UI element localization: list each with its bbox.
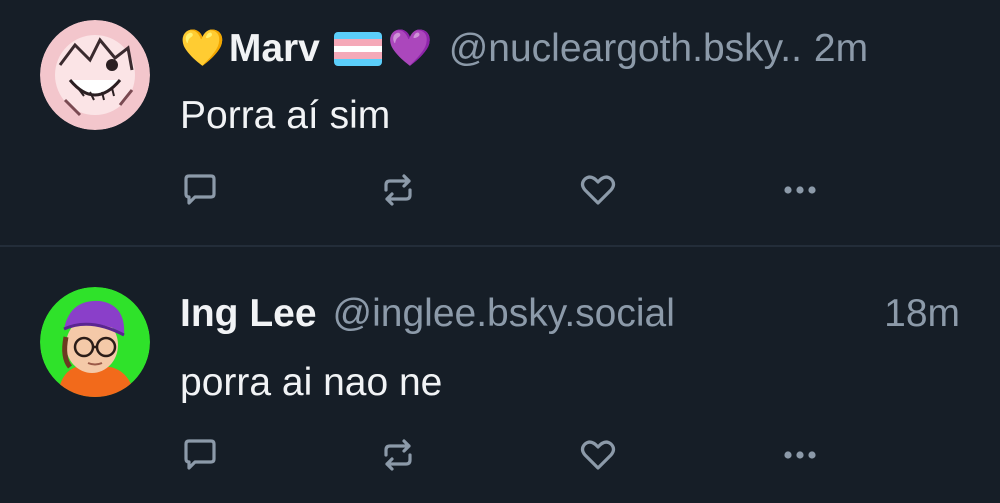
reply-icon bbox=[184, 174, 216, 205]
avatar[interactable] bbox=[40, 287, 150, 397]
reply-icon bbox=[184, 439, 216, 470]
author-handle[interactable]: @nucleargoth.bsky.. bbox=[449, 27, 802, 71]
avatar-illustration-icon bbox=[40, 287, 150, 397]
reply-button[interactable] bbox=[178, 435, 222, 475]
post-text: Porra aí sim bbox=[180, 94, 391, 137]
display-name[interactable]: Marv bbox=[229, 27, 320, 71]
post-actions bbox=[178, 170, 838, 210]
more-options-button[interactable] bbox=[778, 170, 822, 210]
like-button[interactable] bbox=[576, 435, 620, 475]
repost-button[interactable] bbox=[376, 170, 420, 210]
post-header: 💛 Marv 💜 @nucleargoth.bsky.. 2m bbox=[180, 24, 960, 74]
author-name[interactable]: 💛 Marv 💜 bbox=[180, 27, 433, 71]
display-name[interactable]: Ing Lee bbox=[180, 292, 317, 336]
more-icon bbox=[784, 451, 816, 459]
more-icon bbox=[784, 186, 816, 194]
like-icon bbox=[580, 175, 616, 205]
purple-heart-icon: 💜 bbox=[387, 28, 433, 69]
repost-icon bbox=[384, 439, 412, 471]
post-timestamp[interactable]: 2m bbox=[814, 27, 868, 71]
post-timestamp[interactable]: 18m bbox=[884, 292, 960, 336]
transgender-flag-icon bbox=[333, 32, 382, 66]
more-options-button[interactable] bbox=[778, 435, 822, 475]
post[interactable]: Ing Lee @inglee.bsky.social 18m porra ai… bbox=[0, 247, 1000, 503]
avatar-sketch-icon bbox=[40, 20, 150, 130]
post-header: Ing Lee @inglee.bsky.social 18m bbox=[180, 289, 960, 339]
repost-icon bbox=[384, 174, 412, 206]
post[interactable]: 💛 Marv 💜 @nucleargoth.bsky.. 2m Porra aí… bbox=[0, 0, 1000, 245]
like-icon bbox=[580, 440, 616, 470]
reply-button[interactable] bbox=[178, 170, 222, 210]
post-actions bbox=[178, 435, 838, 475]
yellow-heart-icon: 💛 bbox=[180, 28, 225, 69]
post-text: porra ai nao ne bbox=[180, 361, 443, 404]
avatar[interactable] bbox=[40, 20, 150, 130]
repost-button[interactable] bbox=[376, 435, 420, 475]
author-handle[interactable]: @inglee.bsky.social bbox=[333, 292, 675, 336]
like-button[interactable] bbox=[576, 170, 620, 210]
